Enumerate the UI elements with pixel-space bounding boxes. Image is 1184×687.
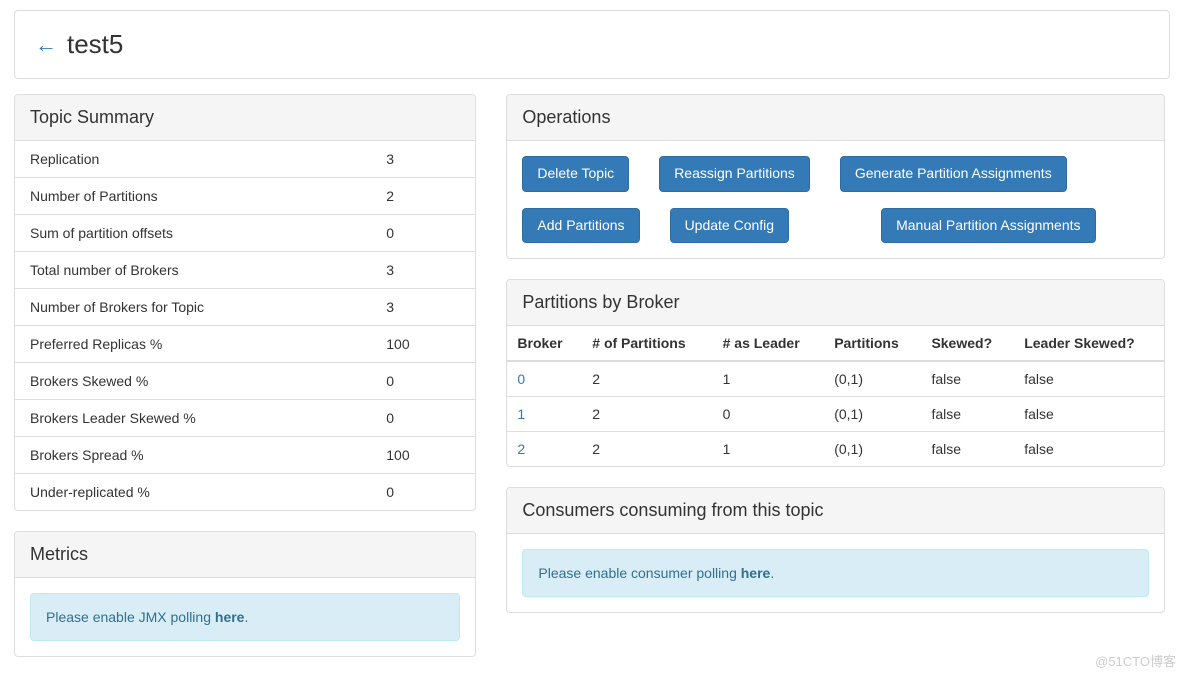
broker-link[interactable]: 2 bbox=[517, 441, 525, 457]
watermark: @51CTO博客 bbox=[1095, 651, 1176, 670]
cell-broker[interactable]: 1 bbox=[507, 397, 582, 432]
metrics-alert-suffix: . bbox=[244, 609, 248, 625]
page-header: ← test5 bbox=[14, 10, 1170, 79]
th-leader-skewed: Leader Skewed? bbox=[1014, 326, 1164, 361]
cell-skewed: false bbox=[921, 397, 1014, 432]
cell-leader-skewed: false bbox=[1014, 361, 1164, 397]
broker-row: 221(0,1)falsefalse bbox=[507, 432, 1164, 467]
summary-label: Replication bbox=[15, 141, 336, 178]
summary-value: 0 bbox=[336, 215, 475, 252]
metrics-alert: Please enable JMX polling here. bbox=[30, 593, 460, 641]
right-column: Operations Delete Topic Reassign Partiti… bbox=[506, 94, 1165, 677]
summary-value: 100 bbox=[336, 437, 475, 474]
partitions-by-broker-heading: Partitions by Broker bbox=[507, 280, 1164, 326]
summary-row: Under-replicated %0 bbox=[15, 474, 475, 511]
generate-assignments-button[interactable]: Generate Partition Assignments bbox=[840, 156, 1067, 192]
consumers-alert-suffix: . bbox=[770, 565, 774, 581]
consumers-alert: Please enable consumer polling here. bbox=[522, 549, 1149, 597]
th-as-leader: # as Leader bbox=[713, 326, 825, 361]
summary-label: Total number of Brokers bbox=[15, 252, 336, 289]
broker-table-header-row: Broker # of Partitions # as Leader Parti… bbox=[507, 326, 1164, 361]
summary-row: Number of Brokers for Topic3 bbox=[15, 289, 475, 326]
th-broker: Broker bbox=[507, 326, 582, 361]
summary-label: Under-replicated % bbox=[15, 474, 336, 511]
summary-label: Sum of partition offsets bbox=[15, 215, 336, 252]
delete-topic-button[interactable]: Delete Topic bbox=[522, 156, 629, 192]
operations-heading: Operations bbox=[507, 95, 1164, 141]
manual-assignments-button[interactable]: Manual Partition Assignments bbox=[881, 208, 1095, 244]
add-partitions-button[interactable]: Add Partitions bbox=[522, 208, 639, 244]
summary-value: 0 bbox=[336, 363, 475, 400]
summary-value: 3 bbox=[336, 141, 475, 178]
summary-row: Total number of Brokers3 bbox=[15, 252, 475, 289]
cell-skewed: false bbox=[921, 361, 1014, 397]
cell-leader-skewed: false bbox=[1014, 397, 1164, 432]
topic-summary-heading: Topic Summary bbox=[15, 95, 475, 141]
cell-num-partitions: 2 bbox=[582, 361, 712, 397]
summary-value: 3 bbox=[336, 252, 475, 289]
cell-as-leader: 1 bbox=[713, 361, 825, 397]
summary-label: Brokers Spread % bbox=[15, 437, 336, 474]
reassign-partitions-button[interactable]: Reassign Partitions bbox=[659, 156, 810, 192]
summary-value: 100 bbox=[336, 326, 475, 363]
metrics-panel: Metrics Please enable JMX polling here. bbox=[14, 531, 476, 657]
operations-row-1: Delete Topic Reassign Partitions Generat… bbox=[522, 156, 1149, 192]
cell-leader-skewed: false bbox=[1014, 432, 1164, 467]
consumers-panel: Consumers consuming from this topic Plea… bbox=[506, 487, 1165, 613]
partitions-by-broker-panel: Partitions by Broker Broker # of Partiti… bbox=[506, 279, 1165, 467]
summary-row: Brokers Leader Skewed %0 bbox=[15, 400, 475, 437]
cell-as-leader: 1 bbox=[713, 432, 825, 467]
broker-row: 120(0,1)falsefalse bbox=[507, 397, 1164, 432]
metrics-body: Please enable JMX polling here. bbox=[15, 578, 475, 656]
cell-broker[interactable]: 2 bbox=[507, 432, 582, 467]
cell-partitions: (0,1) bbox=[824, 361, 921, 397]
summary-row: Sum of partition offsets0 bbox=[15, 215, 475, 252]
summary-value: 0 bbox=[336, 474, 475, 511]
consumers-alert-prefix: Please enable consumer polling bbox=[538, 565, 740, 581]
cell-broker[interactable]: 0 bbox=[507, 361, 582, 397]
summary-label: Preferred Replicas % bbox=[15, 326, 336, 363]
summary-value: 3 bbox=[336, 289, 475, 326]
broker-link[interactable]: 1 bbox=[517, 406, 525, 422]
consumers-heading: Consumers consuming from this topic bbox=[507, 488, 1164, 534]
back-arrow-icon[interactable]: ← bbox=[35, 34, 57, 56]
th-partitions: Partitions bbox=[824, 326, 921, 361]
summary-row: Preferred Replicas %100 bbox=[15, 326, 475, 363]
th-num-partitions: # of Partitions bbox=[582, 326, 712, 361]
topic-summary-table: Replication3Number of Partitions2Sum of … bbox=[15, 141, 475, 510]
consumers-alert-link[interactable]: here bbox=[741, 565, 771, 581]
operations-row-2: Add Partitions Update Config Manual Part… bbox=[522, 208, 1149, 244]
summary-label: Brokers Skewed % bbox=[15, 363, 336, 400]
partitions-by-broker-table: Broker # of Partitions # as Leader Parti… bbox=[507, 326, 1164, 466]
summary-value: 0 bbox=[336, 400, 475, 437]
update-config-button[interactable]: Update Config bbox=[670, 208, 790, 244]
metrics-heading: Metrics bbox=[15, 532, 475, 578]
summary-row: Brokers Skewed %0 bbox=[15, 363, 475, 400]
summary-label: Brokers Leader Skewed % bbox=[15, 400, 336, 437]
summary-value: 2 bbox=[336, 178, 475, 215]
summary-row: Replication3 bbox=[15, 141, 475, 178]
consumers-body: Please enable consumer polling here. bbox=[507, 534, 1164, 612]
topic-summary-panel: Topic Summary Replication3Number of Part… bbox=[14, 94, 476, 511]
broker-link[interactable]: 0 bbox=[517, 371, 525, 387]
metrics-alert-link[interactable]: here bbox=[215, 609, 245, 625]
th-skewed: Skewed? bbox=[921, 326, 1014, 361]
summary-label: Number of Partitions bbox=[15, 178, 336, 215]
page-title: test5 bbox=[67, 29, 123, 60]
summary-row: Brokers Spread %100 bbox=[15, 437, 475, 474]
cell-skewed: false bbox=[921, 432, 1014, 467]
summary-label: Number of Brokers for Topic bbox=[15, 289, 336, 326]
metrics-alert-prefix: Please enable JMX polling bbox=[46, 609, 215, 625]
cell-num-partitions: 2 bbox=[582, 397, 712, 432]
cell-partitions: (0,1) bbox=[824, 397, 921, 432]
left-column: Topic Summary Replication3Number of Part… bbox=[14, 94, 476, 677]
summary-row: Number of Partitions2 bbox=[15, 178, 475, 215]
operations-body: Delete Topic Reassign Partitions Generat… bbox=[507, 141, 1164, 258]
broker-row: 021(0,1)falsefalse bbox=[507, 361, 1164, 397]
cell-partitions: (0,1) bbox=[824, 432, 921, 467]
cell-num-partitions: 2 bbox=[582, 432, 712, 467]
cell-as-leader: 0 bbox=[713, 397, 825, 432]
operations-panel: Operations Delete Topic Reassign Partiti… bbox=[506, 94, 1165, 259]
content-row: Topic Summary Replication3Number of Part… bbox=[14, 94, 1170, 677]
